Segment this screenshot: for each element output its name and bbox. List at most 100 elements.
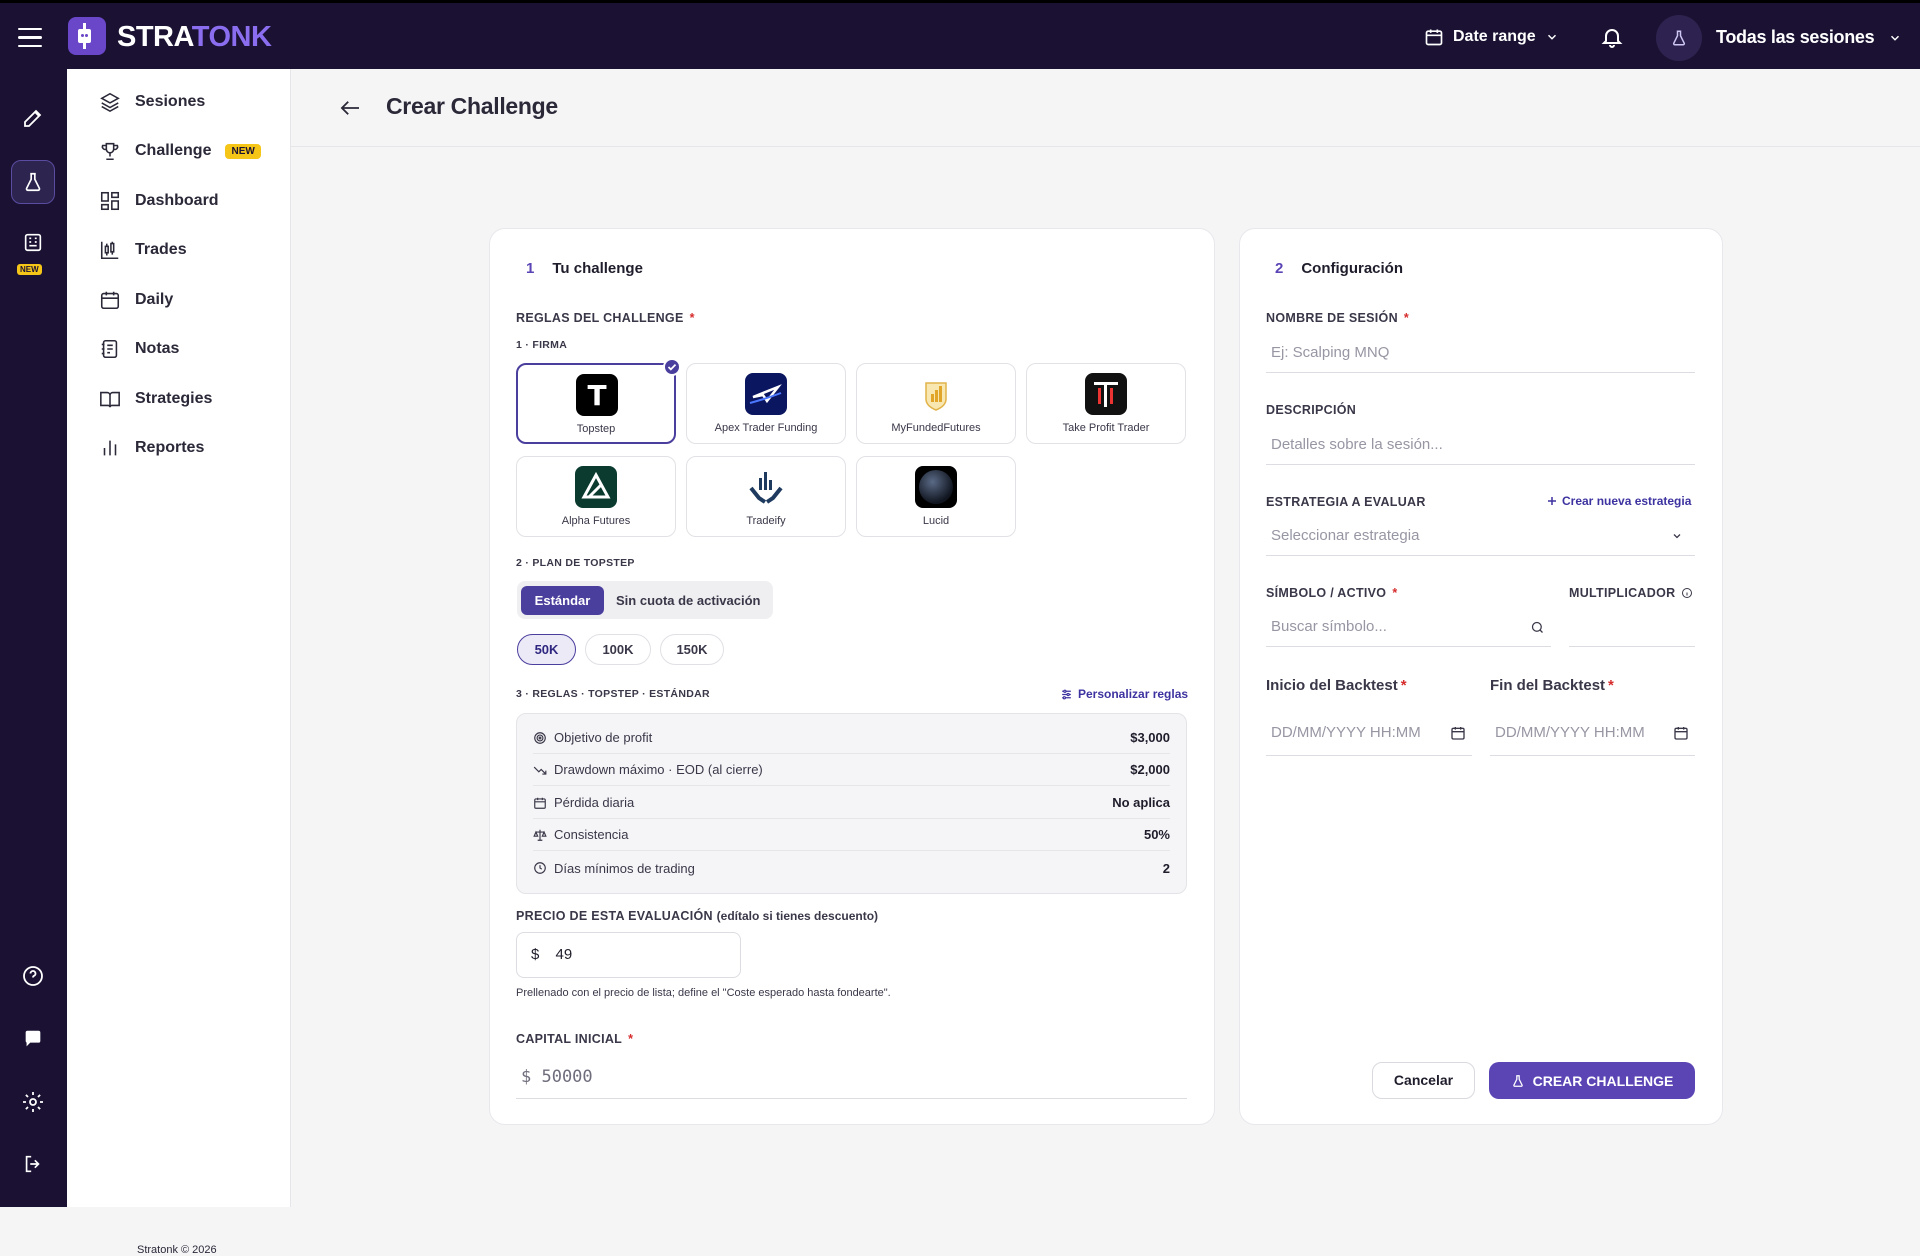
rail-reports-button[interactable] xyxy=(11,224,55,260)
book-icon xyxy=(100,391,120,408)
end-date-label: Fin del Backtest * xyxy=(1490,677,1614,694)
building-icon xyxy=(24,233,42,252)
sidebar-item-label: Reportes xyxy=(135,439,205,456)
firm-option-apex[interactable]: Apex Trader Funding xyxy=(686,363,846,444)
page-title: Crear Challenge xyxy=(386,93,558,119)
date-range-button[interactable]: Date range xyxy=(1424,27,1559,47)
step-title-text: Tu challenge xyxy=(552,260,643,277)
plan-option-estandar[interactable]: Estándar xyxy=(521,586,604,615)
trend-down-icon xyxy=(533,763,547,777)
back-arrow-icon[interactable] xyxy=(339,99,361,122)
rule-value: 2 xyxy=(1162,860,1170,876)
sidebar-item-strategies[interactable]: Strategies xyxy=(99,384,212,414)
sidebar-item-notas[interactable]: Notas xyxy=(99,334,179,364)
info-icon[interactable] xyxy=(1681,587,1693,599)
rule-label: Consistencia xyxy=(554,827,629,842)
firm-option-takeprofittrader[interactable]: Take Profit Trader xyxy=(1026,363,1186,444)
sidebar-item-daily[interactable]: Daily xyxy=(99,285,173,315)
step-title: 2 Configuración xyxy=(1275,260,1403,277)
rule-row: Pérdida diaria No aplica xyxy=(533,787,1170,819)
plan-toggle: Estándar Sin cuota de activación xyxy=(517,581,773,619)
session-name-input[interactable]: Ej: Scalping MNQ xyxy=(1266,333,1695,373)
sidebar-item-label: Challenge xyxy=(135,142,212,159)
top-bar: STRATONK Date range Todas las sesiones xyxy=(0,0,1920,69)
firm-name: Topstep xyxy=(576,423,616,435)
candles-icon xyxy=(100,241,119,260)
firm-option-alphafutures[interactable]: Alpha Futures xyxy=(516,456,676,537)
price-label: PRECIO DE ESTA EVALUACIÓN (edítalo si ti… xyxy=(516,909,879,923)
description-input[interactable]: Detalles sobre la sesión... xyxy=(1266,425,1695,465)
price-input[interactable]: $ 49 xyxy=(516,932,741,978)
calendar-icon[interactable] xyxy=(1673,725,1689,741)
firm-option-lucid[interactable]: Lucid xyxy=(856,456,1016,537)
required-marker: * xyxy=(1403,311,1410,325)
chevron-down-icon xyxy=(1891,35,1900,41)
brand-logo[interactable]: STRATONK xyxy=(117,21,272,54)
menu-icon[interactable] xyxy=(18,28,42,53)
create-challenge-button[interactable]: CREAR CHALLENGE xyxy=(1489,1062,1695,1099)
firm-name: Apex Trader Funding xyxy=(714,422,818,434)
dashboard-icon xyxy=(100,191,120,211)
start-date-label: Inicio del Backtest * xyxy=(1266,677,1407,694)
firm-option-topstep[interactable]: T Topstep xyxy=(516,358,681,444)
customize-rules-label: Personalizar reglas xyxy=(1078,687,1189,701)
required-marker: * xyxy=(1400,677,1407,694)
sidebar-item-label: Strategies xyxy=(135,390,213,407)
calendar-icon[interactable] xyxy=(1450,725,1466,741)
strategy-select[interactable]: Seleccionar estrategia xyxy=(1266,516,1695,556)
size-option-100k[interactable]: 100K xyxy=(585,634,651,665)
required-marker: * xyxy=(628,1032,634,1046)
check-icon xyxy=(663,358,681,376)
rule-label: Drawdown máximo · EOD (al cierre) xyxy=(554,762,763,777)
rule-label: Objetivo de profit xyxy=(554,730,653,745)
required-marker: * xyxy=(689,311,695,325)
sidebar-item-reportes[interactable]: Reportes xyxy=(99,433,204,463)
multiplier-input[interactable] xyxy=(1569,607,1695,647)
symbol-search-input[interactable]: Buscar símbolo... xyxy=(1266,607,1551,647)
notification-bell-icon[interactable] xyxy=(1600,25,1624,54)
capital-label: CAPITAL INICIAL * xyxy=(516,1032,634,1046)
help-button[interactable] xyxy=(11,954,55,998)
firm-option-tradeify[interactable]: Tradeify xyxy=(686,456,846,537)
new-badge: NEW xyxy=(225,143,261,159)
size-option-150k[interactable]: 150K xyxy=(660,634,724,665)
avatar[interactable] xyxy=(1656,15,1702,61)
create-strategy-link[interactable]: Crear nueva estrategia xyxy=(1546,494,1691,508)
size-option-50k[interactable]: 50K xyxy=(517,634,576,665)
calendar-icon xyxy=(100,291,120,310)
firm-option-myfundedfutures[interactable]: MyFundedFutures xyxy=(856,363,1016,444)
takeprofittrader-logo-icon xyxy=(1085,373,1127,415)
clock-icon xyxy=(533,861,547,875)
price-note: Prellenado con el precio de lista; defin… xyxy=(516,987,891,999)
sidebar-item-dashboard[interactable]: Dashboard xyxy=(99,186,219,216)
end-date-input[interactable]: DD/MM/YYYY HH:MM xyxy=(1490,709,1695,756)
cancel-button[interactable]: Cancelar xyxy=(1372,1062,1475,1099)
step-number: 2 xyxy=(1275,260,1284,277)
logout-button[interactable] xyxy=(11,1142,55,1186)
start-date-input[interactable]: DD/MM/YYYY HH:MM xyxy=(1266,709,1472,756)
firm-name: Take Profit Trader xyxy=(1062,422,1150,434)
chat-button[interactable] xyxy=(11,1017,55,1061)
customize-rules-link[interactable]: Personalizar reglas xyxy=(1060,687,1188,701)
session-selector[interactable]: Todas las sesiones xyxy=(1716,27,1902,48)
sidebar-item-trades[interactable]: Trades xyxy=(99,235,187,265)
plan-label: 2 · PLAN DE TOPSTEP xyxy=(516,557,635,569)
capital-input[interactable]: $ 50000 xyxy=(516,1057,1187,1099)
step-title: 1 Tu challenge xyxy=(526,260,643,277)
sidebar-item-sesiones[interactable]: Sesiones xyxy=(99,87,205,117)
sidebar-item-challenge[interactable]: Challenge NEW xyxy=(99,136,261,166)
apex-logo-icon xyxy=(745,373,787,415)
plan-option-sin-cuota[interactable]: Sin cuota de activación xyxy=(616,586,761,615)
rail-backtest-button[interactable] xyxy=(11,160,55,204)
sidebar-item-label: Trades xyxy=(135,241,187,258)
sidebar-item-label: Notas xyxy=(135,340,180,357)
create-challenge-label: CREAR CHALLENGE xyxy=(1532,1072,1674,1089)
settings-button[interactable] xyxy=(11,1080,55,1124)
session-name-label: NOMBRE DE SESIÓN * xyxy=(1266,311,1410,325)
rule-value: No aplica xyxy=(1112,795,1170,810)
start-date-placeholder: DD/MM/YYYY HH:MM xyxy=(1271,724,1421,741)
firm-name: Alpha Futures xyxy=(561,515,631,527)
step-title-text: Configuración xyxy=(1301,260,1404,277)
tradeify-logo-icon xyxy=(745,466,787,508)
rail-edit-button[interactable] xyxy=(11,96,55,140)
